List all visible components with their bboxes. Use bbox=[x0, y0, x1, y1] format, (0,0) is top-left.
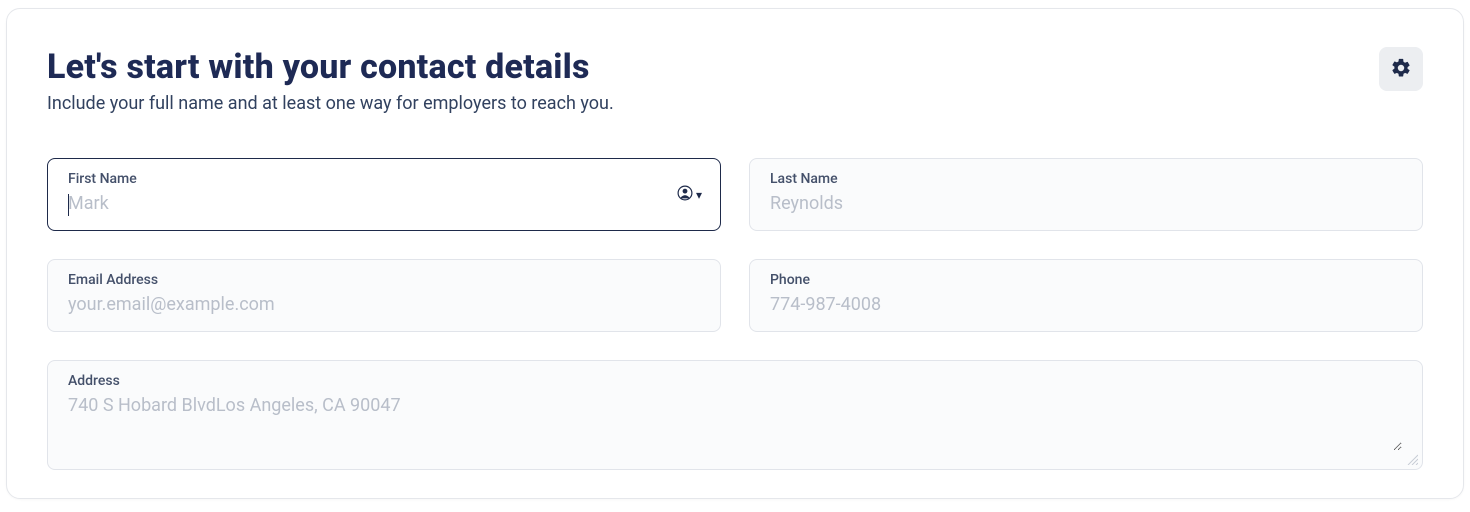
address-field[interactable]: Address bbox=[47, 360, 1423, 470]
autofill-suggestion-button[interactable]: ▾ bbox=[676, 184, 702, 206]
first-name-label: First Name bbox=[68, 171, 700, 187]
text-cursor bbox=[68, 194, 69, 216]
resize-handle-icon bbox=[1406, 453, 1418, 465]
page-title: Let's start with your contact details bbox=[47, 47, 614, 87]
address-label: Address bbox=[68, 373, 1402, 389]
phone-field[interactable]: Phone bbox=[749, 259, 1423, 332]
gear-icon bbox=[1390, 57, 1412, 82]
first-name-input[interactable] bbox=[68, 191, 700, 216]
last-name-field[interactable]: Last Name bbox=[749, 158, 1423, 231]
first-name-field[interactable]: First Name ▾ bbox=[47, 158, 721, 231]
contact-details-card: Let's start with your contact details In… bbox=[6, 8, 1464, 499]
phone-label: Phone bbox=[770, 272, 1402, 288]
email-label: Email Address bbox=[68, 272, 700, 288]
last-name-input[interactable] bbox=[770, 191, 1402, 216]
settings-button[interactable] bbox=[1379, 47, 1423, 91]
last-name-label: Last Name bbox=[770, 171, 1402, 187]
address-input[interactable] bbox=[68, 393, 1402, 451]
page-subtitle: Include your full name and at least one … bbox=[47, 93, 614, 114]
email-input[interactable] bbox=[68, 292, 700, 317]
person-circle-icon bbox=[676, 184, 694, 206]
phone-input[interactable] bbox=[770, 292, 1402, 317]
chevron-down-icon: ▾ bbox=[696, 189, 702, 201]
email-field[interactable]: Email Address bbox=[47, 259, 721, 332]
